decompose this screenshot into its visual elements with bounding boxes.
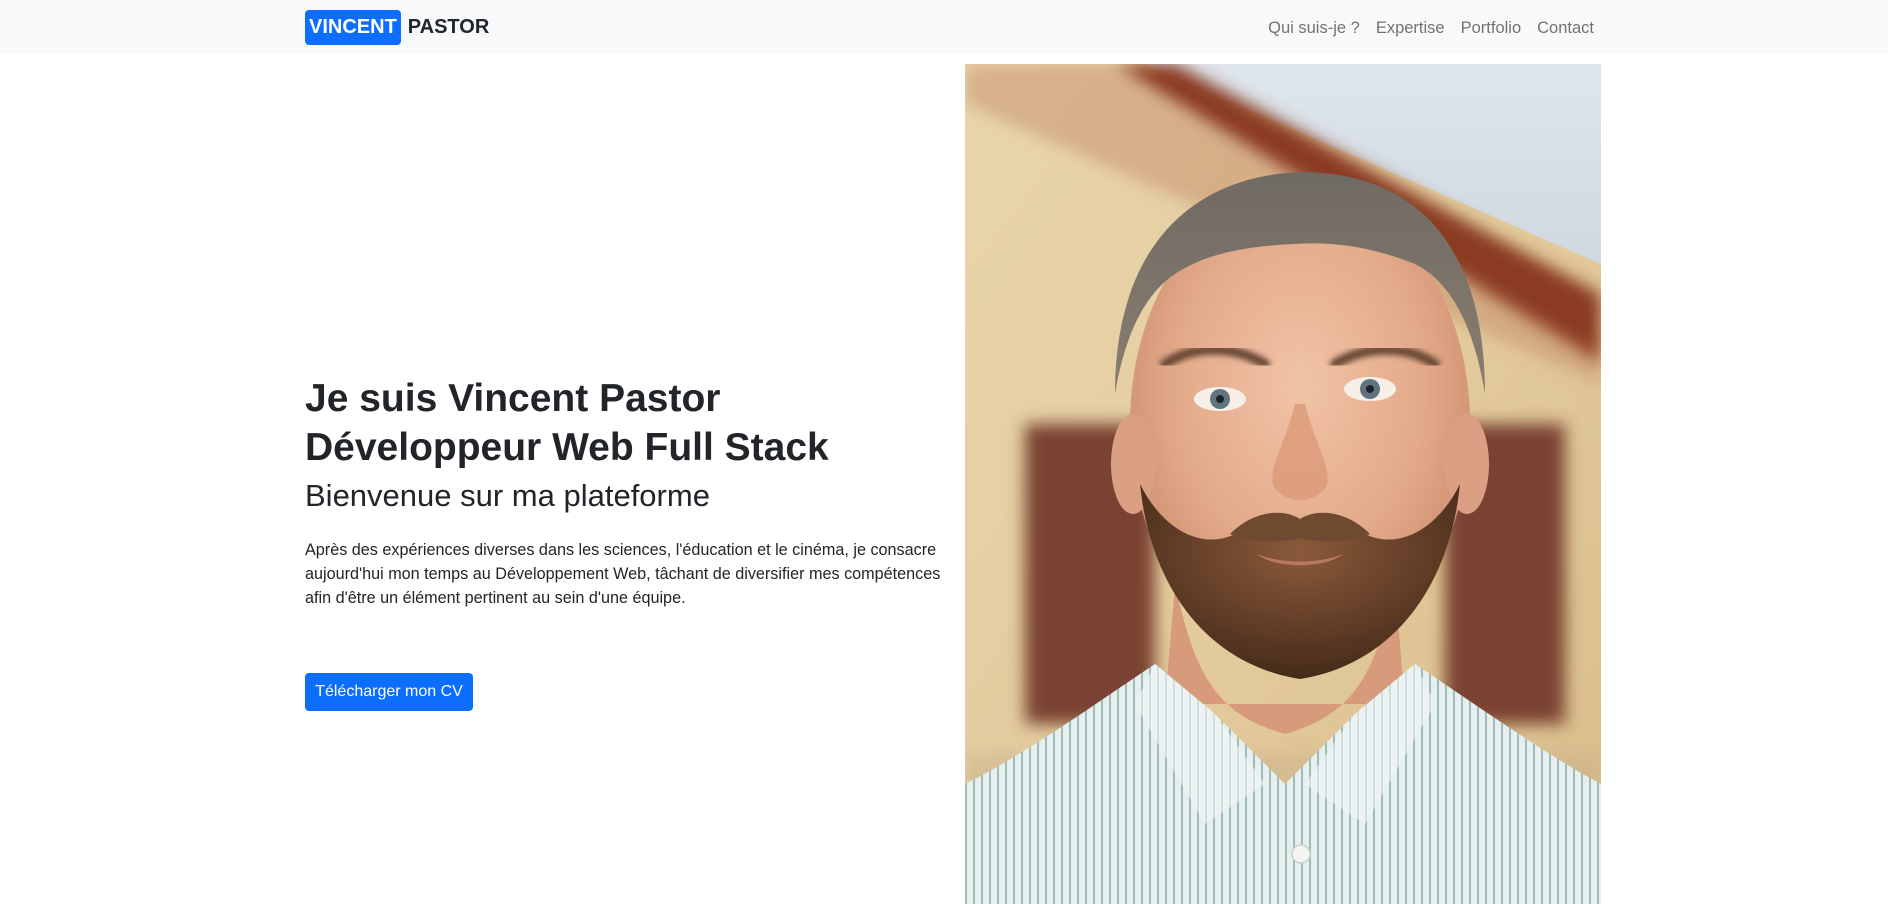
hero-subtitle: Bienvenue sur ma plateforme — [305, 478, 710, 513]
nav-item: Expertise — [1376, 0, 1445, 56]
nav-item: Qui suis-je ? — [1268, 0, 1360, 56]
nav-item: Contact — [1537, 0, 1594, 56]
nav-item: Portfolio — [1461, 0, 1522, 56]
hero-title-line-2: Développeur Web Full Stack — [305, 426, 829, 469]
hero-title-line-1: Je suis Vincent Pastor — [305, 377, 721, 420]
brand-logo[interactable]: VINCENT PASTOR — [305, 10, 489, 45]
download-cv-button[interactable]: Télécharger mon CV — [305, 673, 473, 711]
portrait-photo — [965, 64, 1601, 904]
nav-link-qui-suis-je[interactable]: Qui suis-je ? — [1268, 0, 1360, 56]
nav-link-contact[interactable]: Contact — [1537, 0, 1594, 56]
brand-first-name: VINCENT — [305, 10, 401, 45]
nav-link-portfolio[interactable]: Portfolio — [1461, 0, 1522, 56]
brand-last-name: PASTOR — [407, 16, 490, 38]
hero-title: Je suis Vincent Pastor Développeur Web F… — [305, 374, 945, 472]
navbar: VINCENT PASTOR Qui suis-je ? Expertise P… — [0, 0, 1888, 54]
nav-link-expertise[interactable]: Expertise — [1376, 0, 1445, 56]
nav-menu: Qui suis-je ? Expertise Portfolio Contac… — [1268, 0, 1594, 56]
hero-description: Après des expériences diverses dans les … — [305, 541, 941, 607]
portrait-illustration — [965, 64, 1601, 904]
